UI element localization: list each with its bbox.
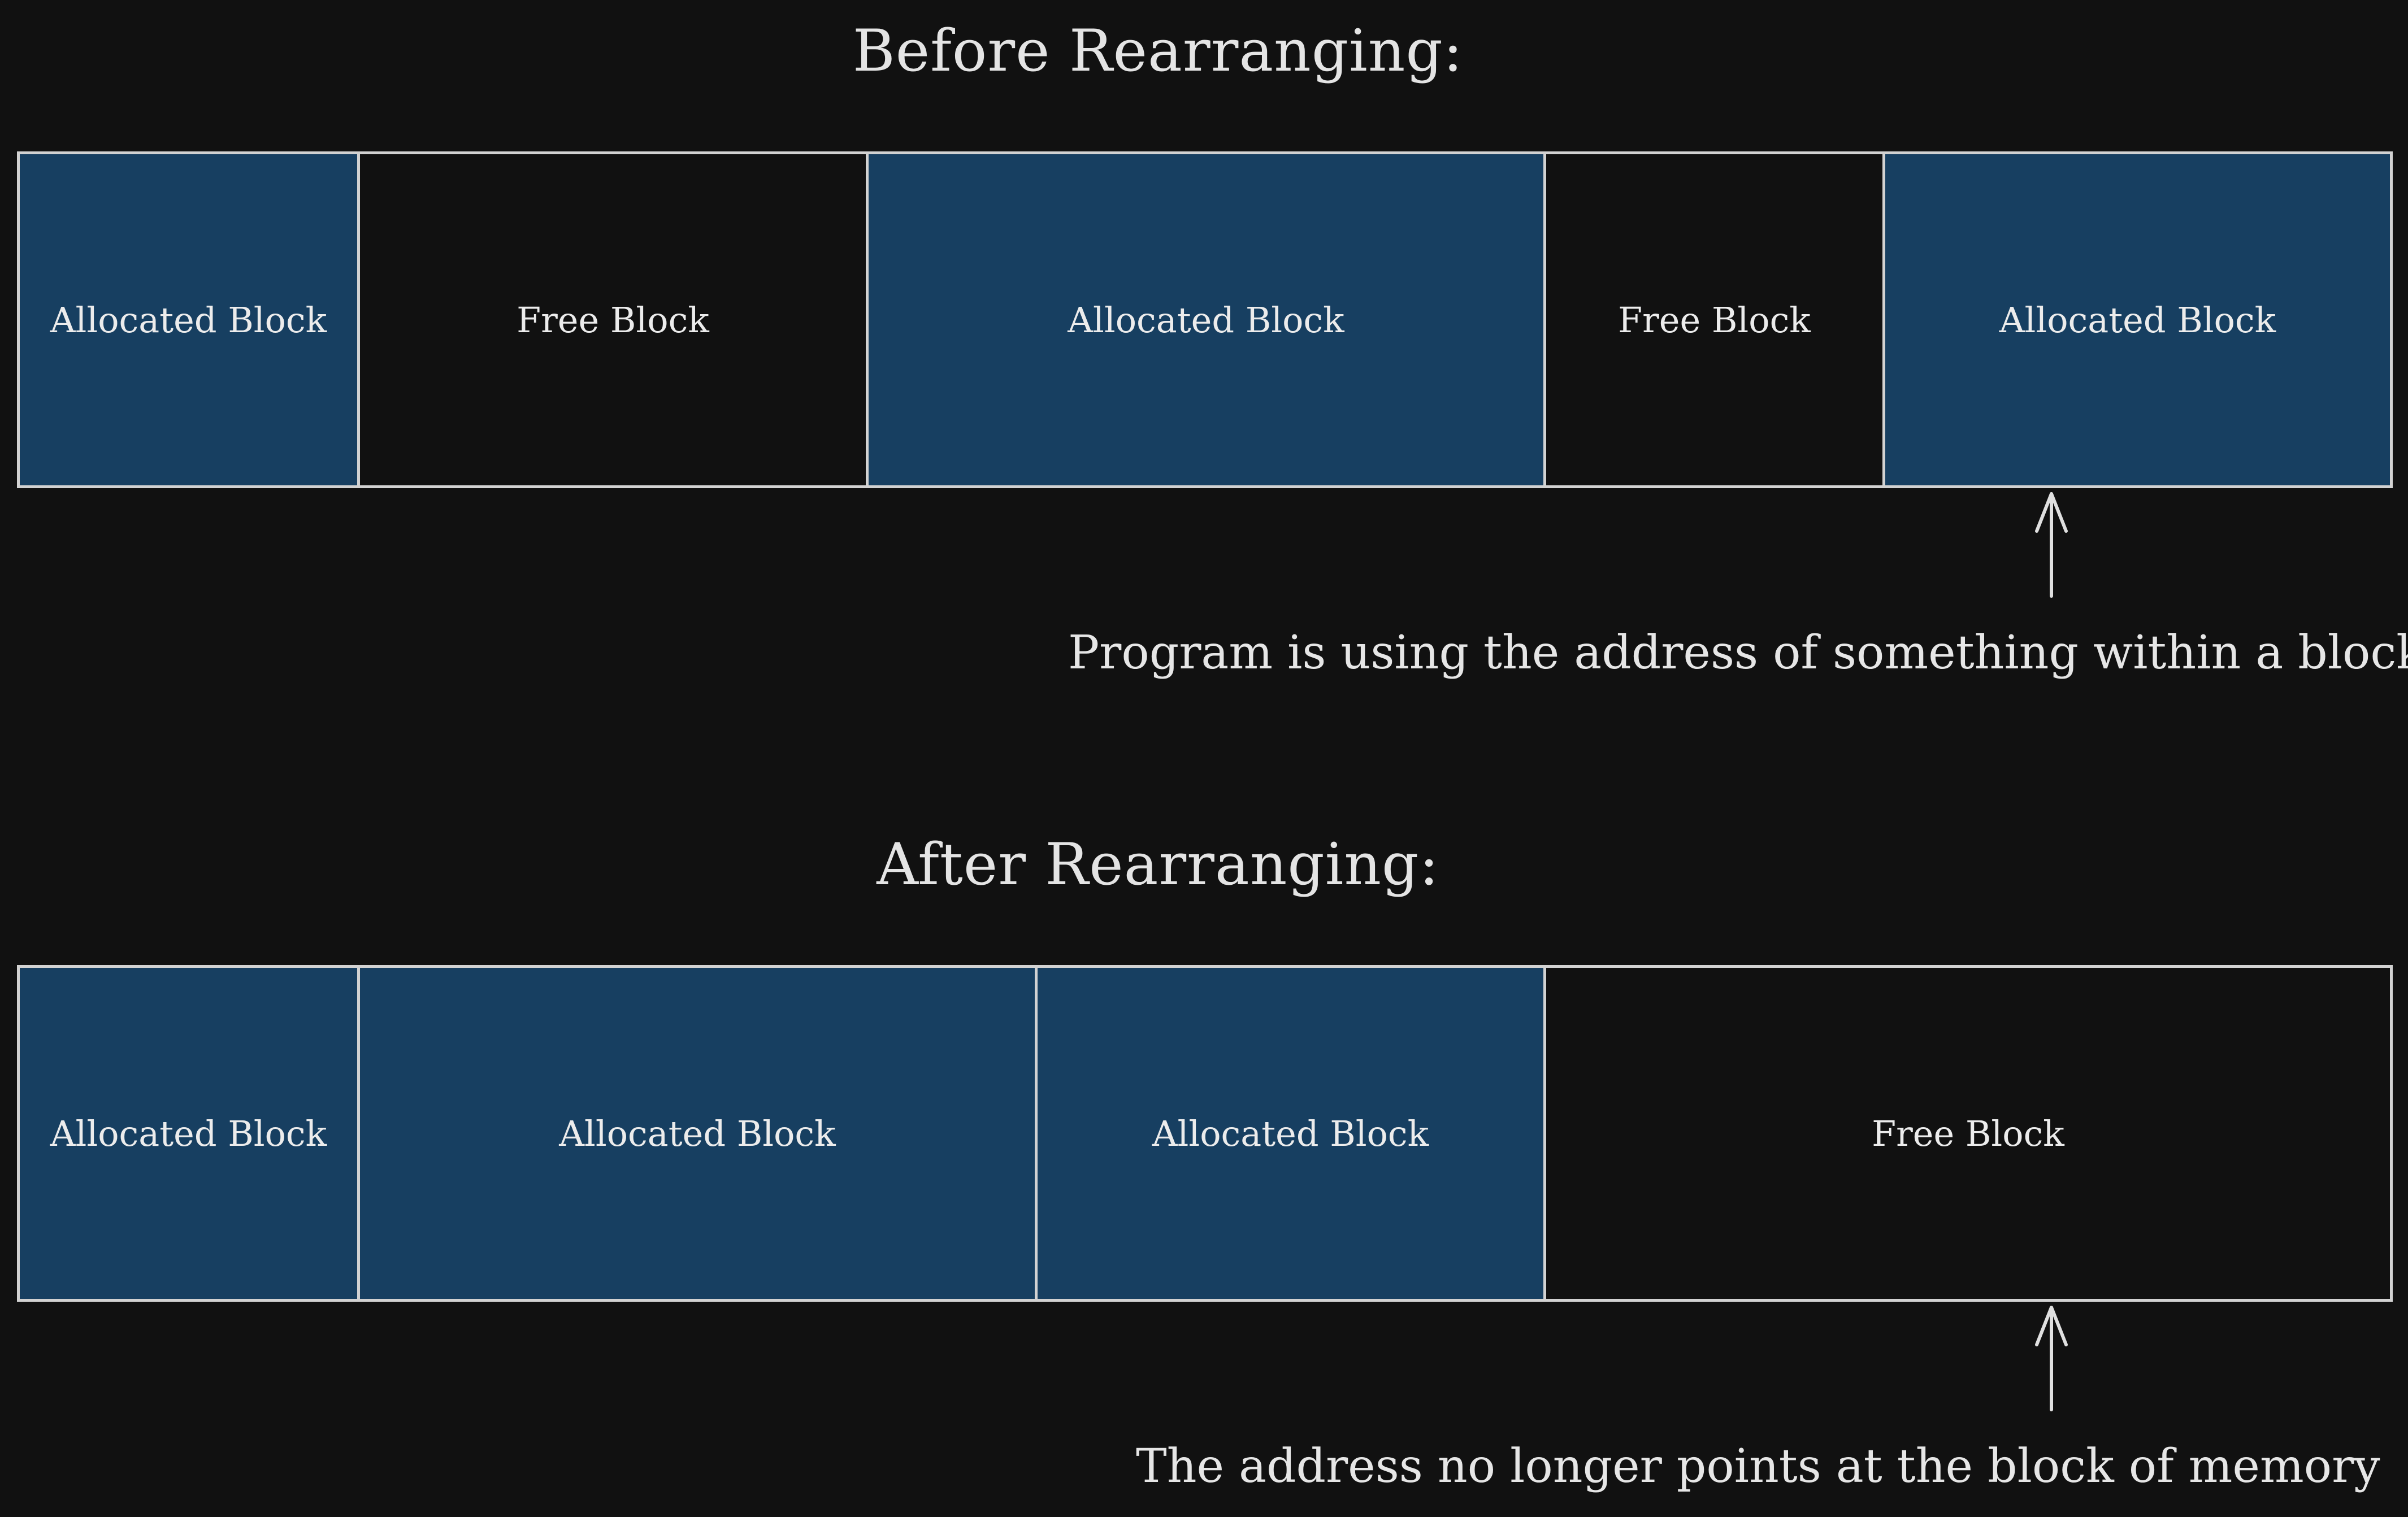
before-pointer-arrow-icon — [2035, 492, 2068, 598]
after-heading: After Rearranging: — [877, 831, 1439, 898]
after-memory-row: Allocated Block Allocated Block Allocate… — [17, 965, 2393, 1302]
after-block-2: Allocated Block — [360, 968, 1038, 1299]
after-block-1: Allocated Block — [20, 968, 360, 1299]
block-label: Allocated Block — [1999, 299, 2276, 341]
after-block-3: Allocated Block — [1038, 968, 1546, 1299]
block-label: Allocated Block — [1068, 299, 1344, 341]
before-memory-row: Allocated Block Free Block Allocated Blo… — [17, 151, 2393, 488]
block-label: Free Block — [517, 299, 709, 341]
before-block-3: Allocated Block — [869, 154, 1546, 485]
before-block-5: Allocated Block — [1885, 154, 2390, 485]
block-label: Allocated Block — [1152, 1112, 1429, 1154]
block-label: Free Block — [1872, 1112, 2064, 1154]
before-block-4: Free Block — [1546, 154, 1885, 485]
before-block-1: Allocated Block — [20, 154, 360, 485]
before-heading: Before Rearranging: — [852, 18, 1464, 85]
after-block-4: Free Block — [1546, 968, 2390, 1299]
block-label: Allocated Block — [50, 1112, 327, 1154]
block-label: Allocated Block — [559, 1112, 836, 1154]
before-note: Program is using the address of somethin… — [1068, 626, 2408, 680]
after-note: The address no longer points at the bloc… — [1136, 1440, 2380, 1493]
block-label: Allocated Block — [50, 299, 327, 341]
before-block-2: Free Block — [360, 154, 869, 485]
block-label: Free Block — [1618, 299, 1811, 341]
after-pointer-arrow-icon — [2035, 1306, 2068, 1411]
